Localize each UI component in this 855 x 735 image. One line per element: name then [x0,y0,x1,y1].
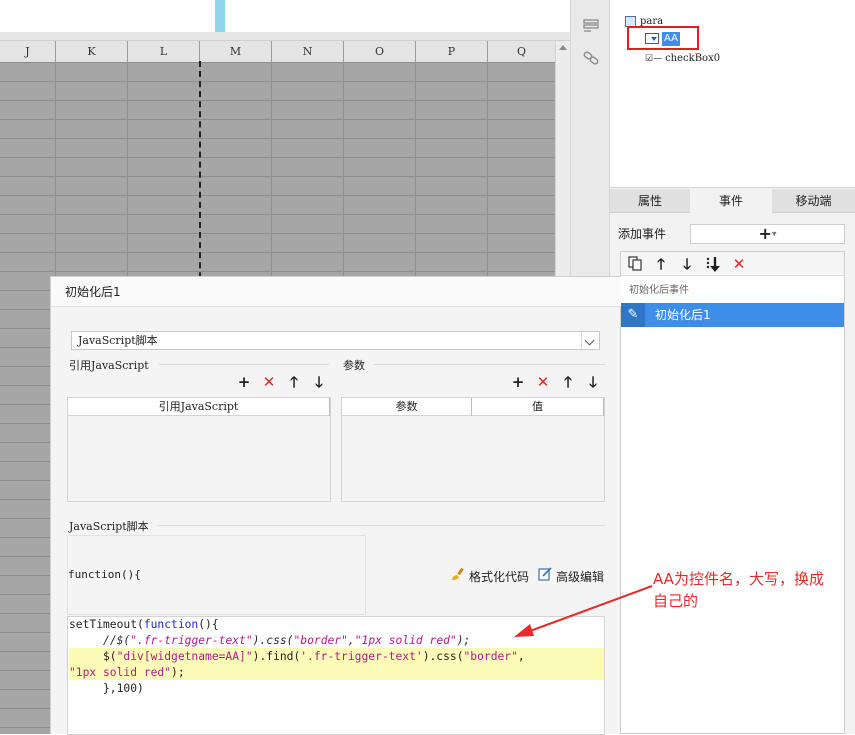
tab-attributes[interactable]: 属性 [610,189,690,213]
event-item[interactable]: ✎ 初始化后1 [621,303,844,327]
tab-mobile[interactable]: 移动端 [772,189,855,213]
link-icon[interactable] [582,50,600,66]
move-up-icon[interactable]: 🡑 [652,255,670,273]
layout-icon[interactable] [582,18,600,34]
chevron-down-icon[interactable] [581,332,599,349]
event-item-label: 初始化后1 [655,308,711,322]
brush-icon [451,567,466,584]
delete-param-icon[interactable]: ✕ [535,374,551,390]
move-up-ref-icon[interactable]: 🡑 [286,374,302,390]
annotation-line-1: AA为控件名，大写，换成 [653,570,824,588]
table-header: 引用JavaScript [68,398,330,416]
annotation-arrow-icon [514,585,653,637]
column-header-ref-js[interactable]: 引用JavaScript [68,398,330,416]
copy-icon[interactable] [626,255,644,273]
move-down-param-icon[interactable]: 🡓 [585,374,601,390]
event-dialog: 初始化后1 JavaScript脚本 引用JavaScript 参数 + ✕ 🡑… [50,276,621,735]
divider [157,525,605,526]
add-param-icon[interactable]: + [510,374,526,390]
column-header-p[interactable]: P [416,41,488,63]
tab-events[interactable]: 事件 [690,189,772,213]
table-header: 参数 值 [342,398,604,416]
column-header-param[interactable]: 参数 [342,398,472,416]
script-type-select[interactable]: JavaScript脚本 [71,331,600,350]
move-down-ref-icon[interactable]: 🡓 [311,374,327,390]
add-event-label: 添加事件 [618,227,667,241]
column-header: J K L M N O P Q [0,41,555,63]
code-line-2: //$(".fr-trigger-text").css("border","1p… [103,634,471,647]
edit-pencil-icon[interactable]: ✎ [621,303,645,327]
divider [373,364,605,365]
chevron-down-icon: ▾ [771,229,777,240]
code-line-3: $("div[widgetname=AA]").find('.fr-trigge… [69,650,525,663]
property-tabs: 属性 事件 移动端 [610,189,855,213]
params-table[interactable]: 参数 值 [341,397,605,502]
tree-node-checkbox0[interactable]: ☑— checkBox0 [645,51,720,67]
divider [159,364,329,365]
move-down-icon[interactable]: 🡓 [678,255,696,273]
widget-tree: para AA ☑— checkBox0 [610,0,855,188]
script-type-value: JavaScript脚本 [78,334,158,347]
column-header-k[interactable]: K [56,41,128,63]
scroll-up-arrow-icon[interactable] [559,45,567,50]
column-header-l[interactable]: L [128,41,200,63]
column-header-j[interactable]: J [0,41,56,63]
column-header-o[interactable]: O [344,41,416,63]
checkbox-icon: ☑— [645,54,663,64]
function-header-text: function(){ [68,568,141,581]
move-bottom-icon[interactable] [704,255,722,273]
add-event-plus: + [758,224,772,243]
add-ref-icon[interactable]: + [236,374,252,390]
column-header-value[interactable]: 值 [472,398,604,416]
event-group-label: 初始化后事件 [629,285,689,296]
code-line-5: },100) [69,682,144,695]
delete-ref-icon[interactable]: ✕ [261,374,277,390]
horizontal-scrollbar[interactable] [0,32,570,41]
ref-js-table[interactable]: 引用JavaScript [67,397,331,502]
params-section-label: 参数 [343,359,365,372]
script-section-label: JavaScript脚本 [69,520,149,533]
function-header: function(){ [67,535,366,615]
column-header-n[interactable]: N [272,41,344,63]
selection-bar [215,0,225,32]
add-event-dropdown[interactable]: +▾ [690,224,845,244]
column-header-q[interactable]: Q [488,41,555,63]
highlight-box [627,26,699,50]
ref-js-section-label: 引用JavaScript [69,359,149,372]
event-list: 🡑 🡓 ✕ 初始化后事件 ✎ 初始化后1 [620,251,845,734]
tree-node-label: checkBox0 [665,53,721,64]
dialog-title: 初始化后1 [51,277,621,307]
column-header-m[interactable]: M [200,41,272,63]
top-canvas-area [0,0,570,32]
code-line-1: setTimeout(function(){ [69,618,219,631]
move-up-param-icon[interactable]: 🡑 [560,374,576,390]
code-line-4: "1px solid red"); [69,666,185,679]
annotation-line-2: 自己的 [653,592,699,610]
event-toolbar: 🡑 🡓 ✕ [621,252,844,276]
annotation-note: AA为控件名，大写，换成 自己的 [653,568,843,612]
delete-icon[interactable]: ✕ [730,255,748,273]
